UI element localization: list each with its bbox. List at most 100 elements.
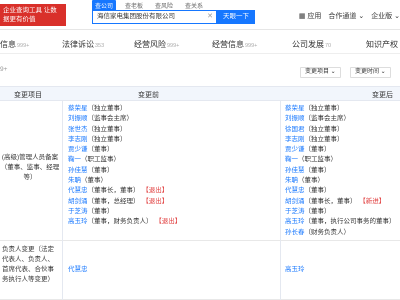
person-entry: 孙佳慧（董事） — [68, 166, 181, 176]
person-name-link[interactable]: 蔡荣星 — [68, 105, 88, 112]
record-count: 9+ — [0, 66, 8, 73]
tab-development[interactable]: 公司发展70 — [292, 39, 331, 50]
person-role: （职工监事） — [81, 156, 120, 164]
person-entry: 鞠一（职工监事） — [68, 155, 181, 165]
header-before: 变更前 — [138, 92, 159, 99]
person-entry: 孙佳慧（董事） — [285, 166, 396, 176]
person-entry: 于芝涛（董事） — [285, 207, 396, 217]
person-name-link[interactable]: 张世杰 — [68, 126, 88, 133]
tab-business-info[interactable]: 经营信息999+ — [212, 39, 257, 50]
tab-legal[interactable]: 法律诉讼353 — [62, 39, 104, 50]
person-name-link[interactable]: 胡剑涌 — [285, 198, 305, 205]
person-entry: 刘振顺（监事会主席） — [68, 114, 181, 124]
person-name-link[interactable]: 高玉玲 — [68, 218, 88, 225]
person-role: （监事会主席） — [304, 115, 351, 123]
person-name-link[interactable]: 贾少谦 — [68, 146, 88, 153]
nav-cooperation[interactable]: 合作通道 ⌄ — [328, 11, 364, 21]
search-button[interactable]: 天眼一下 — [217, 10, 255, 24]
person-name-link[interactable]: 高玉玲 — [285, 266, 305, 273]
person-name-link[interactable]: 代慧忠 — [285, 187, 305, 194]
tab-ip[interactable]: 知识产权 — [366, 39, 399, 50]
person-role: （董事） — [87, 166, 114, 174]
person-role: （董事，财务负责人） — [87, 218, 153, 226]
person-entry: 鞠一（职工监事） — [285, 155, 396, 165]
change-tag: 【退出】 — [145, 197, 169, 205]
person-name-link[interactable]: 徐国君 — [285, 126, 305, 133]
person-role: （董事） — [304, 207, 331, 215]
search-input[interactable]: 海信家电集团股份有限公司 ✕ — [92, 10, 217, 24]
person-name-link[interactable]: 蔡荣星 — [285, 105, 305, 112]
person-role: （独立董事） — [304, 105, 344, 112]
person-name-link[interactable]: 李志刚 — [285, 136, 305, 143]
person-name-link[interactable]: 孙佳慧 — [285, 167, 305, 174]
person-role: （董事，执行公司事务的董事） — [304, 218, 396, 226]
person-name-link[interactable]: 孙长春 — [285, 229, 305, 236]
table-row: (高级)管理人员备案（董事、监事、经理等） 蔡荣星（独立董事） 刘振顺（监事会主席… — [0, 101, 400, 241]
person-name-link[interactable]: 李志刚 — [68, 136, 88, 143]
before-list: 蔡荣星（独立董事） 刘振顺（监事会主席） 张世杰（独立董事） 李志刚（独立董事） 贾少谦… — [68, 104, 181, 228]
person-name-link[interactable]: 胡剑涌 — [68, 198, 88, 205]
top-header: 企业查询工具 让数据更有价值 查公司 查老板 查风险 查关系 海信家电集团股份有… — [0, 0, 400, 30]
person-name-link[interactable]: 贾少谦 — [285, 146, 305, 153]
person-entry: 代慧忠（董事长，董事） 【退出】 — [68, 186, 181, 196]
category-tabs: 信息999+ 法律诉讼353 经营风险999+ 经营信息999+ 公司发展70 … — [0, 36, 400, 54]
person-entry: 李志刚（独立董事） — [68, 135, 181, 145]
person-name-link[interactable]: 代慧忠 — [68, 266, 88, 273]
search-input-value: 海信家电集团股份有限公司 — [97, 13, 175, 20]
person-entry: 朱聃（董事） — [285, 176, 396, 186]
table-row: 负责人变更（法定代表人、负责人、首席代表、合伙事务执行人等变更） 代慧忠 高玉玲 — [0, 241, 400, 300]
person-role: （董事） — [298, 177, 324, 185]
person-entry: 徐国君（独立董事） — [285, 125, 396, 135]
site-logo[interactable]: 企业查询工具 让数据更有价值 — [0, 4, 66, 26]
person-role: （董事长，董事） — [304, 197, 357, 205]
tab-info[interactable]: 信息999+ — [0, 39, 29, 50]
person-entry: 胡剑涌（董事长，董事） 【新进】 — [285, 197, 396, 207]
person-name-link[interactable]: 于芝涛 — [285, 208, 305, 215]
nav-enterprise[interactable]: 企业版 ⌄ — [371, 11, 400, 21]
person-entry: 贾少谦（董事） — [285, 145, 396, 155]
chevron-down-icon: ⌄ — [379, 69, 386, 75]
person-name-link[interactable]: 朱聃 — [68, 177, 81, 184]
clear-icon[interactable]: ✕ — [207, 11, 213, 23]
person-entry: 朱聃（董事） — [68, 176, 181, 186]
person-role: （董事） — [304, 166, 331, 174]
person-name-link[interactable]: 孙佳慧 — [68, 167, 88, 174]
person-role: （财务负责人） — [304, 228, 351, 236]
person-name-link[interactable]: 鞠一 — [285, 156, 298, 163]
tab-business-risk[interactable]: 经营风险999+ — [134, 39, 179, 50]
change-tag: 【新进】 — [362, 197, 386, 205]
nav-apps[interactable]: ▦ 应用 — [299, 11, 322, 21]
person-name-link[interactable]: 代慧忠 — [68, 187, 88, 194]
person-name-link[interactable]: 于芝涛 — [68, 208, 88, 215]
chevron-down-icon: ⌄ — [356, 13, 365, 20]
person-entry: 张世杰（独立董事） — [68, 125, 181, 135]
person-entry: 于芝涛（董事） — [68, 207, 181, 217]
person-entry: 胡剑涌（董事，总经理） 【退出】 — [68, 197, 181, 207]
person-role: （董事） — [304, 146, 331, 154]
after-list: 蔡荣星（独立董事） 刘振顺（监事会主席） 徐国君（独立董事） 李志刚（独立董事） 贾少谦… — [285, 104, 396, 238]
person-entry: 高玉玲（董事，执行公司事务的董事） — [285, 217, 396, 227]
top-nav: ▦ 应用 合作通道 ⌄ 企业版 ⌄ — [299, 11, 400, 21]
header-change-item: 变更项目 — [14, 92, 42, 99]
person-name-link[interactable]: 刘振顺 — [68, 115, 88, 122]
person-name-link[interactable]: 朱聃 — [285, 177, 298, 184]
person-entry: 高玉玲 — [285, 265, 305, 275]
person-entry: 李志刚（独立董事） — [285, 135, 396, 145]
change-tag: 【退出】 — [145, 187, 169, 195]
person-role: （独立董事） — [304, 135, 344, 143]
person-role: （独立董事） — [87, 105, 127, 112]
change-item-filter[interactable]: 变更项目 ⌄ — [300, 67, 341, 78]
person-entry: 蔡荣星（独立董事） — [68, 104, 181, 114]
table-header: 变更项目 变更前 变更后 — [0, 86, 400, 101]
person-name-link[interactable]: 鞠一 — [68, 156, 81, 163]
person-role: （独立董事） — [87, 135, 127, 143]
person-entry: 孙长春（财务负责人） — [285, 228, 396, 238]
person-name-link[interactable]: 刘振顺 — [285, 115, 305, 122]
person-entry: 高玉玲（董事，财务负责人） 【退出】 — [68, 217, 181, 227]
before-list: 代慧忠 — [68, 265, 88, 275]
change-time-filter[interactable]: 变更时间 ⌄ — [350, 67, 391, 78]
person-name-link[interactable]: 高玉玲 — [285, 218, 305, 225]
person-role: （董事，总经理） — [87, 197, 140, 205]
person-role: （董事） — [87, 207, 114, 215]
person-entry: 代慧忠（董事） — [285, 186, 396, 196]
